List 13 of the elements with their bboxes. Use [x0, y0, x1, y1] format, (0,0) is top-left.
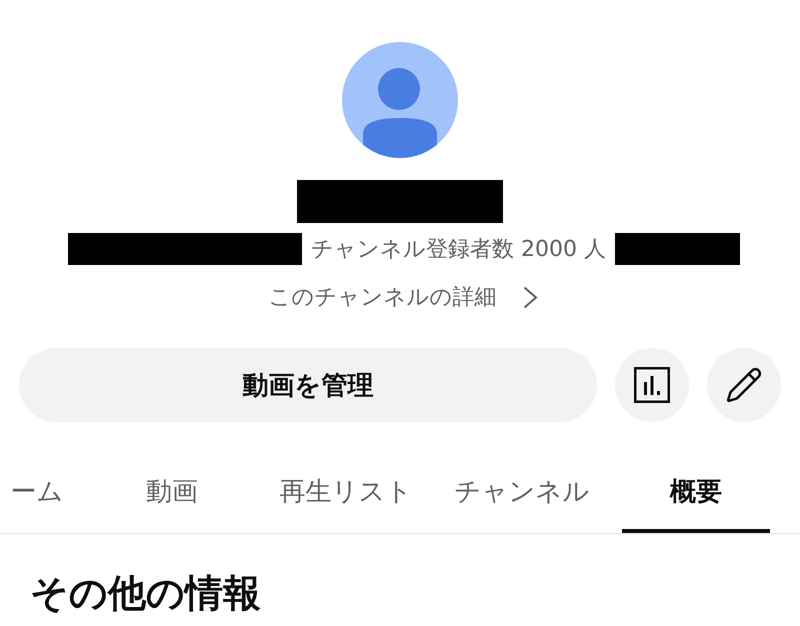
bar-chart-icon [634, 367, 670, 403]
chevron-right-icon [522, 286, 538, 308]
manage-videos-button[interactable]: 動画を管理 [19, 348, 597, 422]
pencil-icon [725, 366, 763, 404]
tab[interactable]: 概要 [622, 450, 770, 533]
tab[interactable]: ーム [0, 450, 74, 533]
tab[interactable]: チャンネル [422, 450, 622, 533]
person-avatar-icon [342, 42, 458, 158]
channel-details-link[interactable]: このチャンネルの詳細 [262, 283, 538, 311]
tab[interactable]: 動画 [74, 450, 270, 533]
section-heading: その他の情報 [30, 570, 262, 616]
tab[interactable]: 再生リスト [270, 450, 422, 533]
subscriber-count: チャンネル登録者数 2000 人 [311, 236, 606, 264]
